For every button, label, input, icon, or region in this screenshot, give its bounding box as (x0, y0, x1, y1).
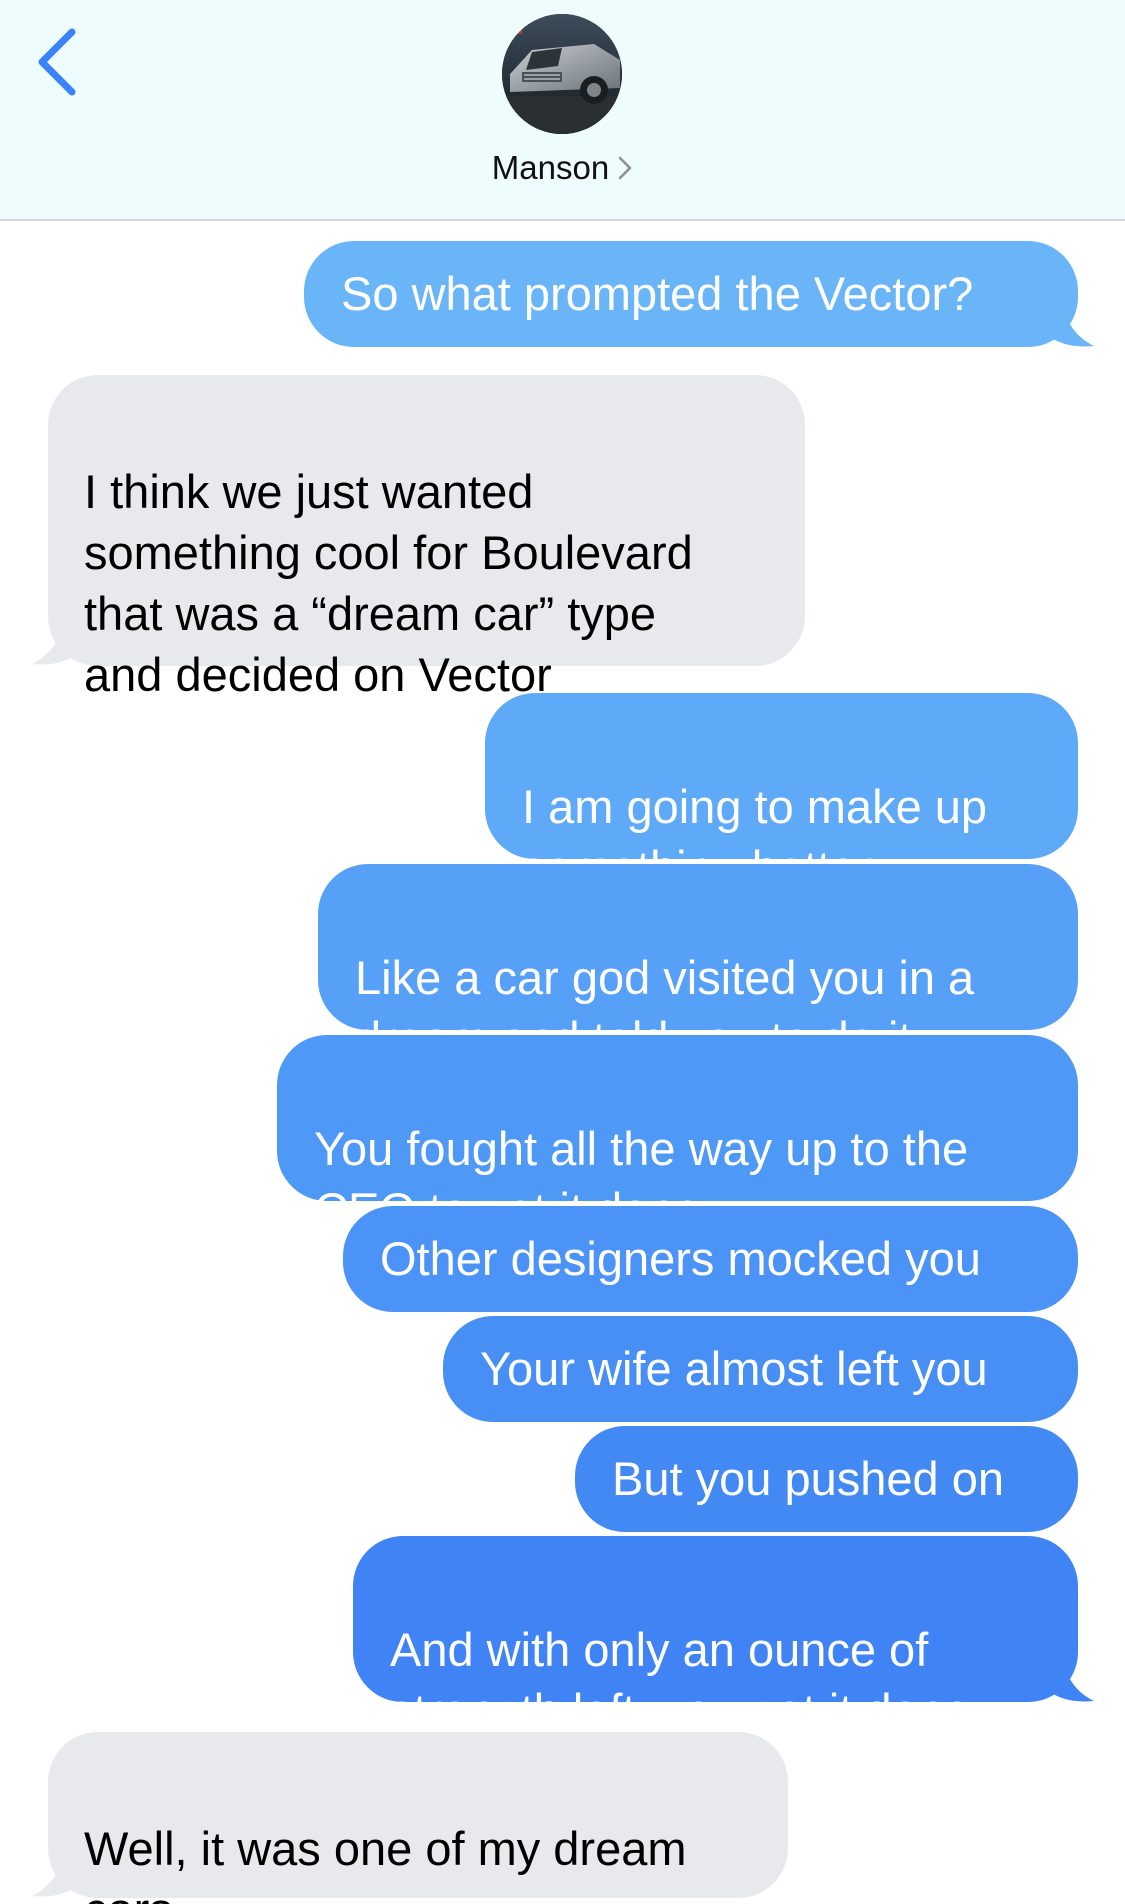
message-text: So what prompted the Vector? (341, 267, 974, 320)
message-bubble-sent[interactable]: Like a car god visited you in a dream an… (318, 864, 1078, 1065)
back-button[interactable] (28, 22, 98, 102)
message-text: And with only an ounce of strength left,… (390, 1623, 971, 1737)
bubble-tail (32, 1858, 84, 1897)
message-bubble-sent[interactable]: So what prompted the Vector? (304, 241, 1078, 347)
message-bubble-sent[interactable]: But you pushed on (575, 1426, 1078, 1532)
message-bubble-sent[interactable]: I am going to make up something better (485, 693, 1078, 894)
bubble-tail (1042, 1663, 1094, 1702)
message-bubble-sent[interactable]: Other designers mocked you (343, 1206, 1078, 1312)
message-text: I think we just wanted something cool fo… (84, 465, 693, 701)
message-text: Your wife almost left you (480, 1342, 988, 1395)
message-bubble-sent[interactable]: You fought all the way up to the CEO to … (277, 1035, 1078, 1236)
message-text: But you pushed on (612, 1452, 1004, 1505)
bubble-tail (1042, 308, 1094, 347)
bubble-tail (32, 626, 84, 665)
conversation-header: Manson (0, 0, 1125, 221)
message-bubble-received[interactable]: Well, it was one of my dream cars. (48, 1732, 788, 1904)
message-text: Well, it was one of my dream cars. (84, 1822, 687, 1904)
contact-name: Manson (491, 149, 610, 186)
message-bubble-sent[interactable]: And with only an ounce of strength left,… (353, 1536, 1078, 1737)
message-bubble-received[interactable]: I think we just wanted something cool fo… (48, 375, 805, 701)
message-bubble-sent[interactable]: Your wife almost left you (443, 1316, 1078, 1422)
chevron-right-icon (618, 156, 632, 180)
message-text: Other designers mocked you (380, 1232, 981, 1285)
contact-avatar[interactable] (502, 14, 622, 134)
chevron-left-icon (38, 28, 76, 96)
contact-name-row[interactable]: Manson (0, 148, 1125, 188)
